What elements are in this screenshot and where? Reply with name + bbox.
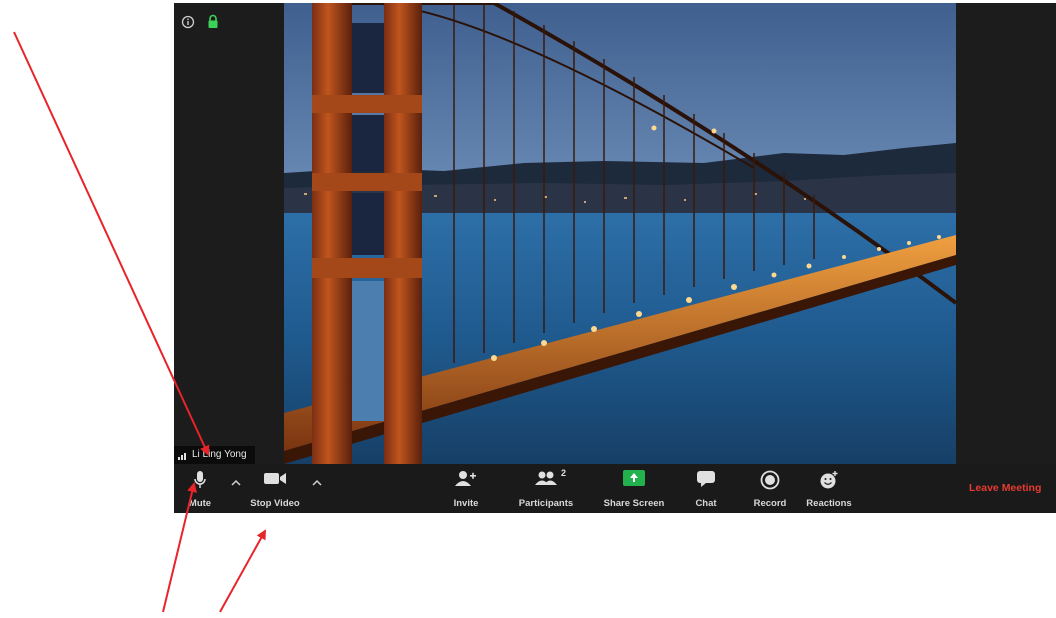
record-icon xyxy=(760,470,780,490)
meeting-toolbar: Mute Stop Video Invite 2 Participants Sh… xyxy=(174,464,1056,513)
share-screen-label: Share Screen xyxy=(603,498,665,509)
zoom-meeting-window: Li Ling Yong Mute Stop Video Invite 2 Pa… xyxy=(174,3,1056,513)
stop-video-button[interactable]: Stop Video xyxy=(246,464,304,513)
microphone-icon xyxy=(194,471,206,488)
chat-button[interactable]: Chat xyxy=(686,464,726,513)
video-options-caret[interactable] xyxy=(311,478,323,488)
share-screen-icon xyxy=(623,470,645,486)
info-icon[interactable] xyxy=(181,15,195,29)
add-user-icon xyxy=(455,471,476,486)
signal-strength-icon xyxy=(178,452,186,460)
participants-label: Participants xyxy=(518,498,574,509)
share-screen-button[interactable]: Share Screen xyxy=(600,464,668,513)
mute-button[interactable]: Mute xyxy=(180,464,220,513)
reactions-icon xyxy=(820,471,838,489)
participants-button[interactable]: 2 Participants xyxy=(514,464,578,513)
reactions-label: Reactions xyxy=(806,498,852,509)
video-camera-icon xyxy=(264,473,286,484)
participant-name-tag: Li Ling Yong xyxy=(174,446,255,464)
stop-video-label: Stop Video xyxy=(250,498,300,509)
participant-name: Li Ling Yong xyxy=(192,449,247,460)
record-button[interactable]: Record xyxy=(748,464,792,513)
chat-icon xyxy=(697,471,715,487)
participants-icon xyxy=(535,471,557,485)
record-label: Record xyxy=(753,498,787,509)
participants-count: 2 xyxy=(561,468,567,478)
invite-button[interactable]: Invite xyxy=(446,464,486,513)
video-area: Li Ling Yong xyxy=(174,3,1056,464)
audio-options-caret[interactable] xyxy=(230,478,242,488)
invite-label: Invite xyxy=(453,498,479,509)
lock-icon[interactable] xyxy=(207,14,219,29)
annotation-arrow-stop-video xyxy=(219,529,266,613)
reactions-button[interactable]: Reactions xyxy=(804,464,854,513)
bridge-video-frame xyxy=(284,3,956,464)
chat-label: Chat xyxy=(695,498,717,509)
participant-video xyxy=(284,3,956,464)
mute-label: Mute xyxy=(188,498,212,509)
leave-meeting-button[interactable]: Leave Meeting xyxy=(969,464,1056,513)
